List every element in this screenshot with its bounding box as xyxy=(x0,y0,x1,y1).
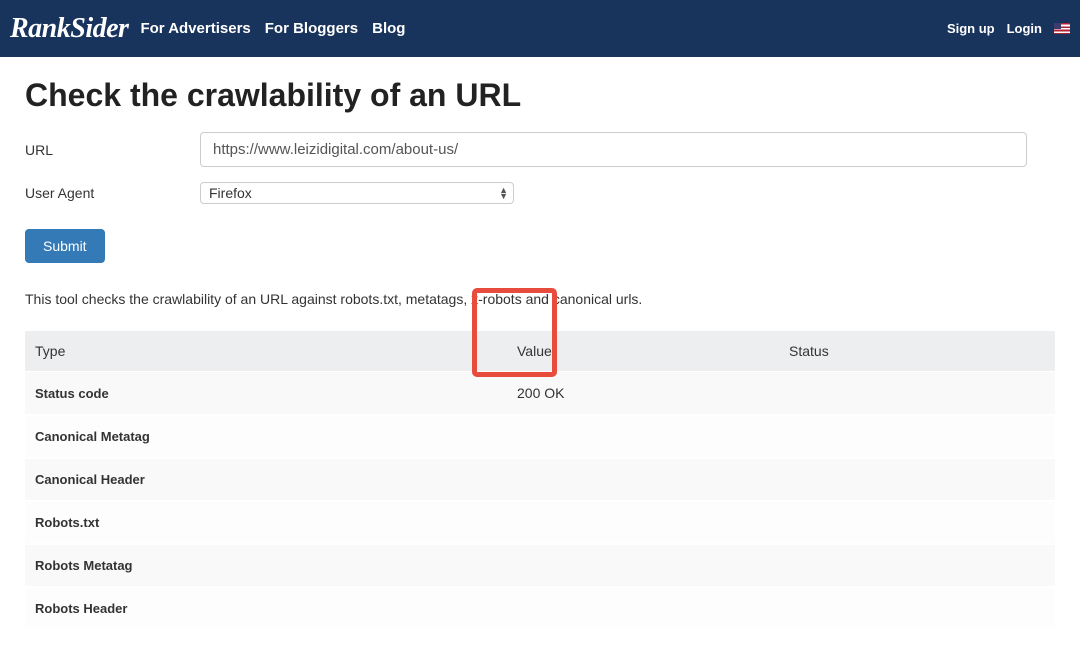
logo-text: RankSider xyxy=(10,13,128,45)
url-label: URL xyxy=(25,142,200,158)
cell-type: Canonical Metatag xyxy=(25,415,507,458)
logo-link[interactable]: RankSider xyxy=(10,13,128,45)
top-navbar: RankSider For Advertisers For Bloggers B… xyxy=(0,0,1080,57)
agent-label: User Agent xyxy=(25,185,200,201)
login-link[interactable]: Login xyxy=(1007,21,1042,36)
tool-description: This tool checks the crawlability of an … xyxy=(25,291,1055,307)
cell-value xyxy=(507,587,779,630)
th-value: Value xyxy=(507,331,779,372)
table-row: Robots Header xyxy=(25,587,1055,630)
agent-row: User Agent Firefox ▲▼ xyxy=(25,182,1055,204)
th-status: Status xyxy=(779,331,1055,372)
cell-status xyxy=(779,458,1055,501)
table-header-row: Type Value Status xyxy=(25,331,1055,372)
nav-blog[interactable]: Blog xyxy=(372,20,405,37)
url-row: URL xyxy=(25,132,1055,167)
flag-us-icon[interactable] xyxy=(1054,23,1070,34)
cell-type: Robots Header xyxy=(25,587,507,630)
signup-link[interactable]: Sign up xyxy=(947,21,995,36)
cell-value xyxy=(507,501,779,544)
page-title: Check the crawlability of an URL xyxy=(25,77,1055,114)
table-row: Status code 200 OK xyxy=(25,372,1055,416)
nav-advertisers[interactable]: For Advertisers xyxy=(140,20,250,37)
cell-type: Status code xyxy=(25,372,507,416)
cell-status xyxy=(779,587,1055,630)
table-row: Canonical Header xyxy=(25,458,1055,501)
agent-select[interactable]: Firefox xyxy=(200,182,514,204)
table-row: Canonical Metatag xyxy=(25,415,1055,458)
table-row: Robots.txt xyxy=(25,501,1055,544)
cell-value xyxy=(507,544,779,587)
results-table: Type Value Status Status code 200 OK Can… xyxy=(25,331,1055,631)
th-type: Type xyxy=(25,331,507,372)
cell-status xyxy=(779,501,1055,544)
nav-links: For Advertisers For Bloggers Blog xyxy=(140,20,405,37)
page-content: Check the crawlability of an URL URL Use… xyxy=(0,57,1080,651)
url-input[interactable] xyxy=(200,132,1027,167)
submit-button[interactable]: Submit xyxy=(25,229,105,263)
cell-type: Robots.txt xyxy=(25,501,507,544)
cell-type: Robots Metatag xyxy=(25,544,507,587)
cell-value xyxy=(507,458,779,501)
table-row: Robots Metatag xyxy=(25,544,1055,587)
cell-status xyxy=(779,372,1055,416)
cell-value xyxy=(507,415,779,458)
cell-value: 200 OK xyxy=(507,372,779,416)
cell-type: Canonical Header xyxy=(25,458,507,501)
nav-right: Sign up Login xyxy=(947,21,1070,36)
agent-select-wrap: Firefox ▲▼ xyxy=(200,182,514,204)
nav-bloggers[interactable]: For Bloggers xyxy=(265,20,358,37)
cell-status xyxy=(779,415,1055,458)
cell-status xyxy=(779,544,1055,587)
